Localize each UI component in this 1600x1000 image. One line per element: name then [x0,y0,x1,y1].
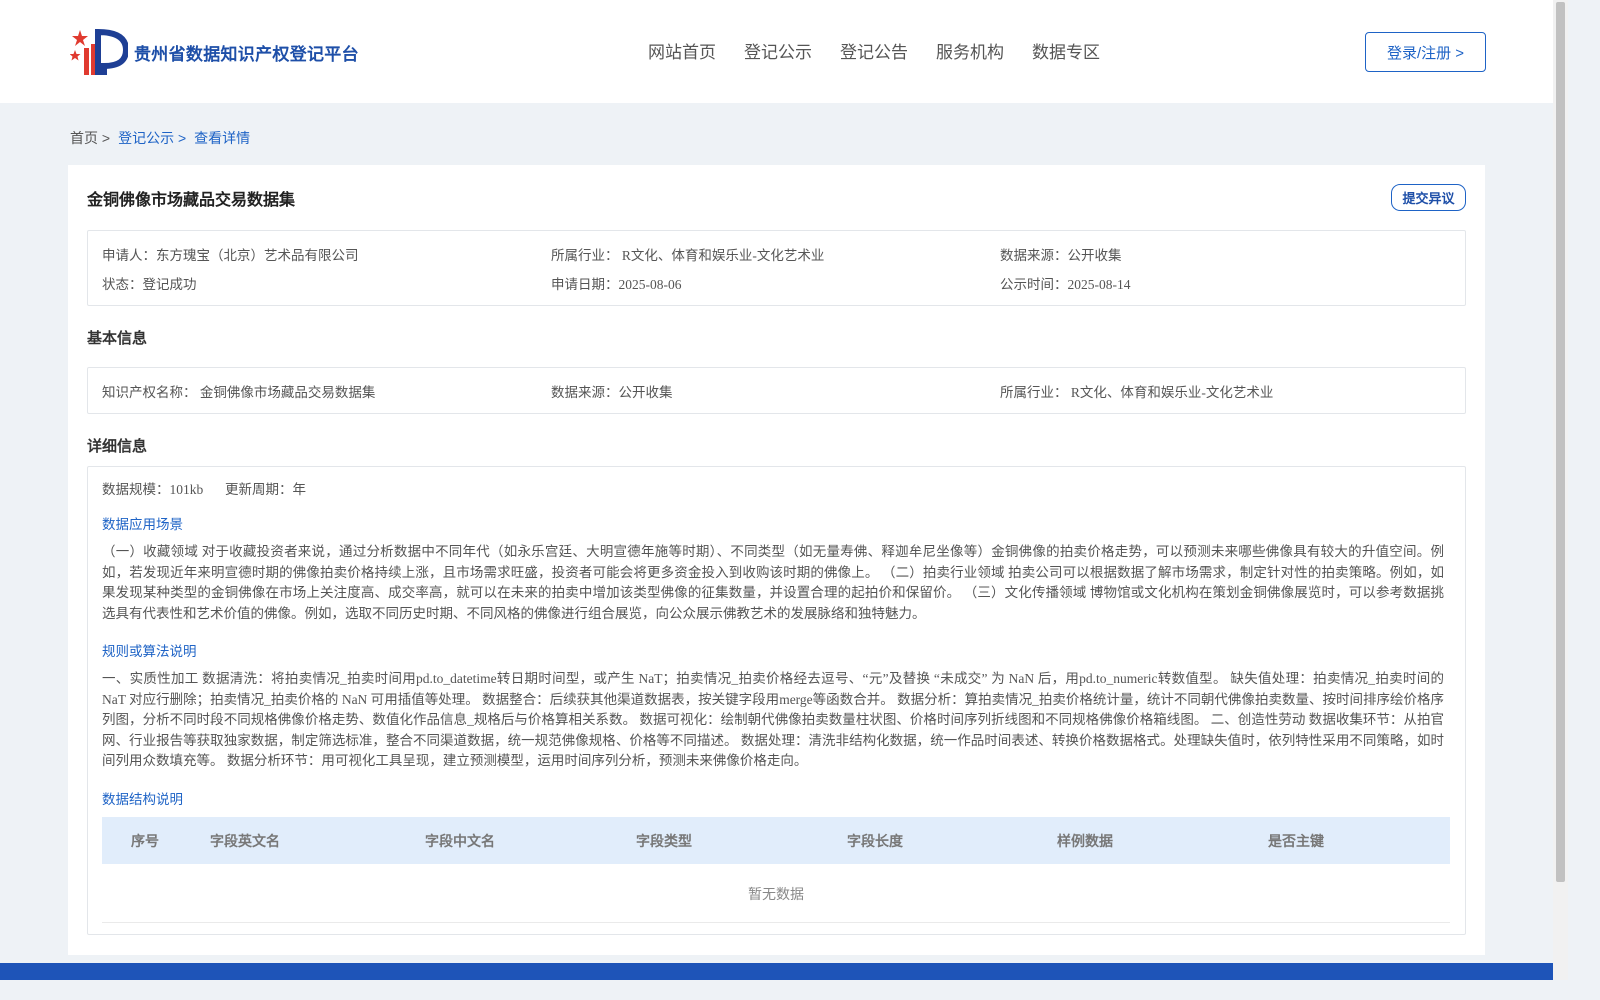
applicant: 申请人：东方瑰宝（北京）艺术品有限公司 [102,248,359,263]
publish-date: 公示时间：2025-08-14 [1000,277,1131,292]
breadcrumb-home[interactable]: 首页 > [70,128,110,148]
site-footer [0,963,1553,980]
industry: 所属行业： R文化、体育和娱乐业-文化艺术业 [551,248,825,263]
column-sample-data: 样例数据 [1057,835,1113,850]
breadcrumb-current: 查看详情 [194,130,251,146]
column-field-en: 字段英文名 [210,835,280,850]
main-nav: 网站首页 登记公示 登记公告 服务机构 数据专区 [648,38,1128,63]
page-title: 金铜佛像市场藏品交易数据集 [87,192,296,209]
application-scene-title: 数据应用场景 [102,517,183,532]
rule-title: 规则或算法说明 [102,644,197,659]
site-header: 贵州省数据知识产权登记平台 网站首页 登记公示 登记公告 服务机构 数据专区 登… [0,0,1553,103]
apply-date: 申请日期：2025-08-06 [551,277,682,292]
ip-name: 知识产权名称： 金铜佛像市场藏品交易数据集 [102,385,376,400]
logo-emblem-icon [70,28,128,75]
breadcrumb: 首页 > 登记公示 > 查看详情 [70,128,258,148]
update-cycle: 更新周期：年 [225,482,306,497]
column-field-type: 字段类型 [636,835,692,850]
nav-data-zone[interactable]: 数据专区 [1032,38,1100,63]
structure-table-header: 序号 字段英文名 字段中文名 字段类型 字段长度 样例数据 是否主键 [102,817,1450,864]
login-register-button[interactable]: 登录/注册 > [1365,32,1486,72]
site-logo[interactable]: 贵州省数据知识产权登记平台 [70,26,359,78]
nav-registration-publicity[interactable]: 登记公示 [744,38,812,63]
column-index: 序号 [131,835,159,850]
basic-industry: 所属行业： R文化、体育和娱乐业-文化艺术业 [1000,385,1274,400]
detail-card: 金铜佛像市场藏品交易数据集 提交异议 申请人：东方瑰宝（北京）艺术品有限公司 所… [68,165,1485,955]
site-title: 贵州省数据知识产权登记平台 [134,44,359,64]
nav-registration-announcement[interactable]: 登记公告 [840,38,908,63]
column-primary-key: 是否主键 [1268,835,1324,850]
column-field-length: 字段长度 [847,835,903,850]
basic-info-box: 知识产权名称： 金铜佛像市场藏品交易数据集 数据来源：公开收集 所属行业： R文… [87,367,1466,414]
column-field-cn: 字段中文名 [425,835,495,850]
nav-home[interactable]: 网站首页 [648,38,716,63]
page-scrollbar[interactable] [1553,0,1568,980]
breadcrumb-publicity[interactable]: 登记公示 > [118,128,186,148]
structure-title: 数据结构说明 [102,792,183,807]
scrollbar-thumb[interactable] [1556,2,1565,882]
detail-info-title: 详细信息 [87,438,148,455]
data-source: 数据来源：公开收集 [1000,248,1122,263]
summary-box: 申请人：东方瑰宝（北京）艺术品有限公司 所属行业： R文化、体育和娱乐业-文化艺… [87,230,1466,306]
table-empty-text: 暂无数据 [748,888,804,903]
submit-objection-button[interactable]: 提交异议 [1391,184,1466,211]
nav-service-agencies[interactable]: 服务机构 [936,38,1004,63]
status: 状态：登记成功 [102,277,197,292]
detail-info-box: 数据规模：101kb 更新周期：年 数据应用场景 （一）收藏领域 对于收藏投资者… [87,466,1466,935]
rule-text: 一、实质性加工 数据清洗：将拍卖情况_拍卖时间用pd.to_datetime转日… [102,671,1444,768]
application-scene-text: （一）收藏领域 对于收藏投资者来说，通过分析数据中不同年代（如永乐宫廷、大明宣德… [102,544,1444,621]
table-divider [102,922,1450,923]
basic-info-title: 基本信息 [87,330,148,347]
basic-data-source: 数据来源：公开收集 [551,385,673,400]
data-scale: 数据规模：101kb [102,482,204,497]
